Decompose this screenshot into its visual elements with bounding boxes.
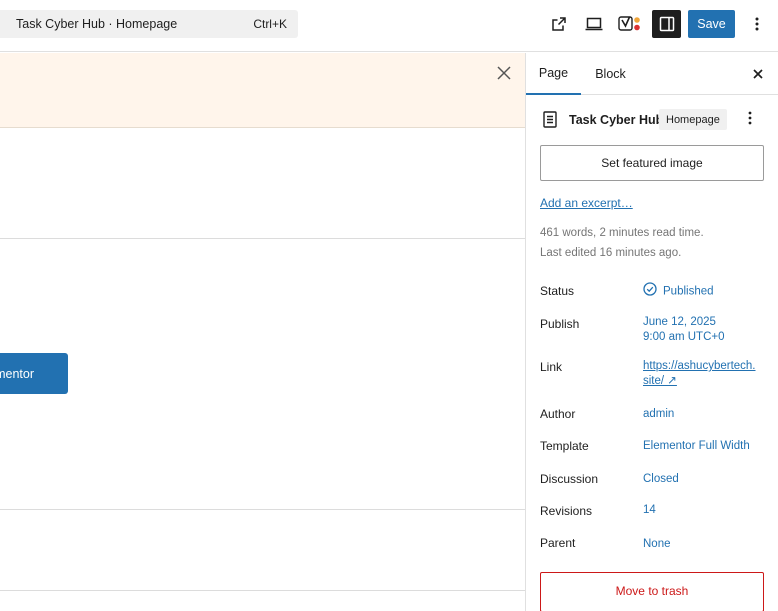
author-label: Author <box>540 407 576 421</box>
discussion-label: Discussion <box>540 472 599 486</box>
document-title: Task Cyber Hub · Homepage <box>16 17 178 31</box>
publish-date-button[interactable]: June 12, 2025 9:00 am UTC+0 <box>643 315 725 345</box>
parent-value[interactable]: None <box>643 537 671 552</box>
sidebar-tabs: Page Block <box>526 53 778 95</box>
close-icon[interactable] <box>495 64 513 82</box>
settings-sidebar: Page Block Task Cyber Hub Homepage Set f… <box>525 53 778 611</box>
revisions-label: Revisions <box>540 504 593 518</box>
page-icon <box>543 111 559 129</box>
publish-time: 9:00 am UTC+0 <box>643 331 725 343</box>
check-circle-icon <box>643 282 657 301</box>
editor-window: Task Cyber Hub · Homepage Ctrl+K Save me… <box>0 0 778 611</box>
status-value[interactable]: Published <box>643 282 714 301</box>
permalink-line-1: https://ashucybertech. <box>643 360 756 372</box>
permalink-line-2: site/ ↗ <box>643 375 677 387</box>
document-summary: Task Cyber Hub Homepage <box>526 108 778 132</box>
sidebar-toggle-icon[interactable] <box>652 10 681 38</box>
revisions-value[interactable]: 14 <box>643 503 656 518</box>
discussion-value[interactable]: Closed <box>643 472 679 487</box>
template-label: Template <box>540 439 589 453</box>
close-icon[interactable] <box>750 66 766 82</box>
more-vertical-icon[interactable] <box>748 111 760 129</box>
parent-label: Parent <box>540 536 576 550</box>
add-excerpt-link[interactable]: Add an excerpt… <box>540 196 633 210</box>
move-to-trash-button[interactable]: Move to trash <box>540 572 764 611</box>
link-label: Link <box>540 360 563 374</box>
block-divider <box>0 590 525 591</box>
editor-header: Task Cyber Hub · Homepage Ctrl+K Save <box>0 0 778 52</box>
editor-canvas: mentor <box>0 53 525 611</box>
publish-label: Publish <box>540 317 580 331</box>
edit-with-elementor-button[interactable]: mentor <box>0 353 68 394</box>
tab-block[interactable]: Block <box>588 53 633 95</box>
shortcut-hint: Ctrl+K <box>253 17 287 31</box>
external-link-icon[interactable] <box>545 11 573 37</box>
last-edited: Last edited 16 minutes ago. <box>540 247 682 259</box>
status-text: Published <box>663 285 714 298</box>
save-button[interactable]: Save <box>688 10 735 38</box>
command-palette-bar[interactable]: Task Cyber Hub · Homepage Ctrl+K <box>0 10 298 38</box>
word-count: 461 words, 2 minutes read time. <box>540 227 704 239</box>
permalink[interactable]: https://ashucybertech. site/ ↗ <box>643 359 756 389</box>
template-value[interactable]: Elementor Full Width <box>643 439 750 454</box>
status-label: Status <box>540 284 575 298</box>
notice-banner <box>0 53 525 128</box>
yoast-icon[interactable] <box>616 11 644 37</box>
document-title: Task Cyber Hub <box>569 113 664 127</box>
page-type-badge: Homepage <box>659 109 727 130</box>
desktop-preview-icon[interactable] <box>580 11 608 37</box>
block-divider <box>0 238 525 239</box>
more-vertical-icon[interactable] <box>746 11 768 37</box>
tab-page[interactable]: Page <box>526 53 581 95</box>
set-featured-image-button[interactable]: Set featured image <box>540 145 764 181</box>
author-value[interactable]: admin <box>643 407 674 422</box>
block-divider <box>0 509 525 510</box>
publish-date: June 12, 2025 <box>643 316 716 328</box>
